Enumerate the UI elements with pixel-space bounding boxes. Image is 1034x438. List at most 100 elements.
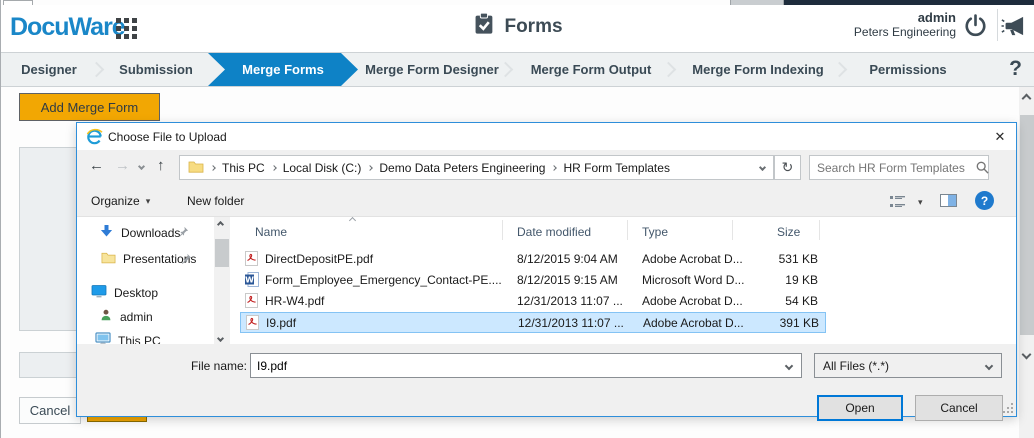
file-name-input[interactable]: [251, 359, 786, 373]
page-cancel-button[interactable]: Cancel: [19, 397, 81, 424]
pdf-file-icon: [245, 293, 258, 311]
nav-forward-icon[interactable]: →: [115, 157, 130, 174]
announcement-megaphone-icon[interactable]: [1001, 13, 1027, 44]
dialog-help-icon[interactable]: ?: [975, 191, 994, 210]
sidebar-item-desktop[interactable]: Desktop: [91, 284, 158, 301]
dialog-body: Downloads Presentations Desktop admin Th…: [77, 217, 1016, 346]
address-dropdown-chevron-icon[interactable]: [760, 165, 765, 170]
file-row-form-employee-emergency-contact[interactable]: W Form_Employee_Emergency_Contact-PE....…: [240, 270, 826, 291]
dialog-toolbar: Organize ▾ New folder ▾ ?: [77, 187, 1016, 215]
tab-submission[interactable]: Submission: [104, 53, 208, 86]
search-icon: [976, 161, 989, 174]
refresh-icon[interactable]: ↻: [774, 155, 801, 180]
tab-merge-form-designer[interactable]: Merge Form Designer: [358, 53, 506, 86]
column-divider[interactable]: [732, 220, 733, 240]
folder-icon: [101, 251, 116, 267]
address-folder-icon: [188, 160, 204, 176]
organize-menu[interactable]: Organize ▾: [91, 194, 150, 208]
breadcrumb-demo-data[interactable]: Demo Data Peters Engineering: [379, 161, 545, 175]
organize-dropdown-icon: ▾: [146, 196, 151, 207]
help-button[interactable]: ?: [1009, 56, 1022, 82]
dialog-close-icon[interactable]: ✕: [984, 123, 1016, 150]
app-grid-icon[interactable]: [116, 18, 137, 39]
open-button[interactable]: Open: [817, 395, 903, 421]
sidebar-scrollbar-thumb[interactable]: [215, 239, 229, 267]
nav-back-icon[interactable]: ←: [89, 157, 104, 174]
page-scrollbar-thumb[interactable]: [1020, 115, 1034, 335]
file-list: Name Date modified Type Size DirectDepos…: [237, 217, 829, 346]
nav-up-icon[interactable]: ↑: [157, 157, 165, 174]
column-divider[interactable]: [627, 220, 628, 240]
user-block[interactable]: admin Peters Engineering: [854, 10, 956, 40]
pin-icon[interactable]: [178, 226, 189, 240]
breadcrumb-chevron-icon: [368, 166, 372, 170]
breadcrumb-chevron-icon: [211, 166, 215, 170]
resize-grip[interactable]: [1003, 403, 1013, 413]
search-input[interactable]: [810, 161, 976, 175]
view-dropdown-icon[interactable]: ▾: [918, 197, 923, 208]
page-scrollbar[interactable]: [1019, 87, 1034, 438]
sort-ascending-icon: [350, 218, 355, 223]
sidebar-item-downloads[interactable]: Downloads: [99, 224, 180, 241]
forms-clipboard-icon: [472, 12, 494, 41]
pdf-file-icon: [246, 315, 259, 333]
scroll-down-icon[interactable]: [1022, 350, 1032, 360]
breadcrumb-this-pc[interactable]: This PC: [222, 161, 265, 175]
nav-history-chevron-icon[interactable]: [139, 164, 144, 169]
tab-merge-form-output[interactable]: Merge Form Output: [513, 53, 669, 86]
search-box[interactable]: [809, 155, 989, 180]
file-row-hr-w4[interactable]: HR-W4.pdf 12/31/2013 11:07 ... Adobe Acr…: [240, 291, 826, 312]
scroll-up-icon[interactable]: [217, 221, 224, 228]
file-row-directdepositpe[interactable]: DirectDepositPE.pdf 8/12/2015 9:04 AM Ad…: [240, 249, 826, 270]
user-icon: [99, 308, 113, 325]
tab-merge-form-indexing[interactable]: Merge Form Indexing: [676, 53, 840, 86]
downloads-icon: [99, 224, 114, 241]
add-merge-form-button[interactable]: Add Merge Form: [19, 93, 160, 121]
column-header-type[interactable]: Type: [642, 225, 668, 239]
tab-merge-forms-active[interactable]: Merge Forms: [208, 53, 358, 86]
list-view-icon[interactable]: [890, 195, 905, 211]
dialog-footer: File name: All Files (*.*) Open Cancel: [77, 344, 1016, 416]
pdf-file-icon: [245, 251, 258, 269]
page-title: Forms: [472, 12, 562, 41]
file-name-combobox[interactable]: [250, 353, 802, 378]
choose-file-dialog: Choose File to Upload ✕ ← → ↑ This PC Lo…: [76, 122, 1017, 417]
new-folder-button[interactable]: New folder: [187, 194, 244, 208]
svg-text:W: W: [245, 276, 254, 285]
breadcrumb-chevron-icon: [272, 166, 276, 170]
preview-pane-icon[interactable]: [940, 194, 957, 207]
breadcrumb-chevron-icon: [552, 166, 556, 170]
dialog-title-bar[interactable]: Choose File to Upload ✕: [77, 123, 1016, 150]
file-name-label: File name:: [187, 359, 247, 373]
user-name: admin: [854, 10, 956, 25]
column-header-date-modified[interactable]: Date modified: [517, 225, 591, 239]
scroll-up-icon[interactable]: [1022, 94, 1032, 104]
file-type-value: All Files (*.*): [823, 359, 889, 373]
tab-permissions[interactable]: Permissions: [847, 53, 969, 86]
user-organization: Peters Engineering: [854, 25, 956, 40]
wizard-tab-bar: Designer Submission Merge Forms Merge Fo…: [1, 52, 1034, 87]
file-row-i9-selected[interactable]: I9.pdf 12/31/2013 11:07 ... Adobe Acroba…: [240, 312, 826, 333]
pin-icon[interactable]: [181, 253, 192, 267]
dialog-cancel-button[interactable]: Cancel: [915, 395, 1003, 421]
word-file-icon: W: [245, 272, 259, 290]
docuware-logo[interactable]: DocuWare: [10, 13, 125, 42]
file-type-dropdown-icon: [985, 361, 993, 369]
file-type-select[interactable]: All Files (*.*): [814, 353, 1002, 378]
sidebar-scrollbar[interactable]: [214, 217, 230, 346]
scroll-down-icon[interactable]: [217, 335, 224, 342]
logout-power-icon[interactable]: [963, 13, 988, 43]
breadcrumb-hr-form-templates[interactable]: HR Form Templates: [563, 161, 669, 175]
file-name-dropdown-icon[interactable]: [785, 361, 793, 369]
tab-designer[interactable]: Designer: [1, 53, 97, 86]
column-divider[interactable]: [502, 220, 503, 240]
column-header-size[interactable]: Size: [777, 225, 800, 239]
breadcrumb-local-disk[interactable]: Local Disk (C:): [283, 161, 362, 175]
column-divider[interactable]: [819, 220, 820, 240]
dialog-title: Choose File to Upload: [108, 130, 227, 144]
sidebar-item-admin[interactable]: admin: [99, 308, 153, 325]
address-bar[interactable]: This PC Local Disk (C:) Demo Data Peters…: [179, 155, 774, 180]
column-header-name[interactable]: Name: [255, 225, 287, 239]
page-title-text: Forms: [504, 16, 562, 38]
internet-explorer-icon: [86, 128, 103, 148]
